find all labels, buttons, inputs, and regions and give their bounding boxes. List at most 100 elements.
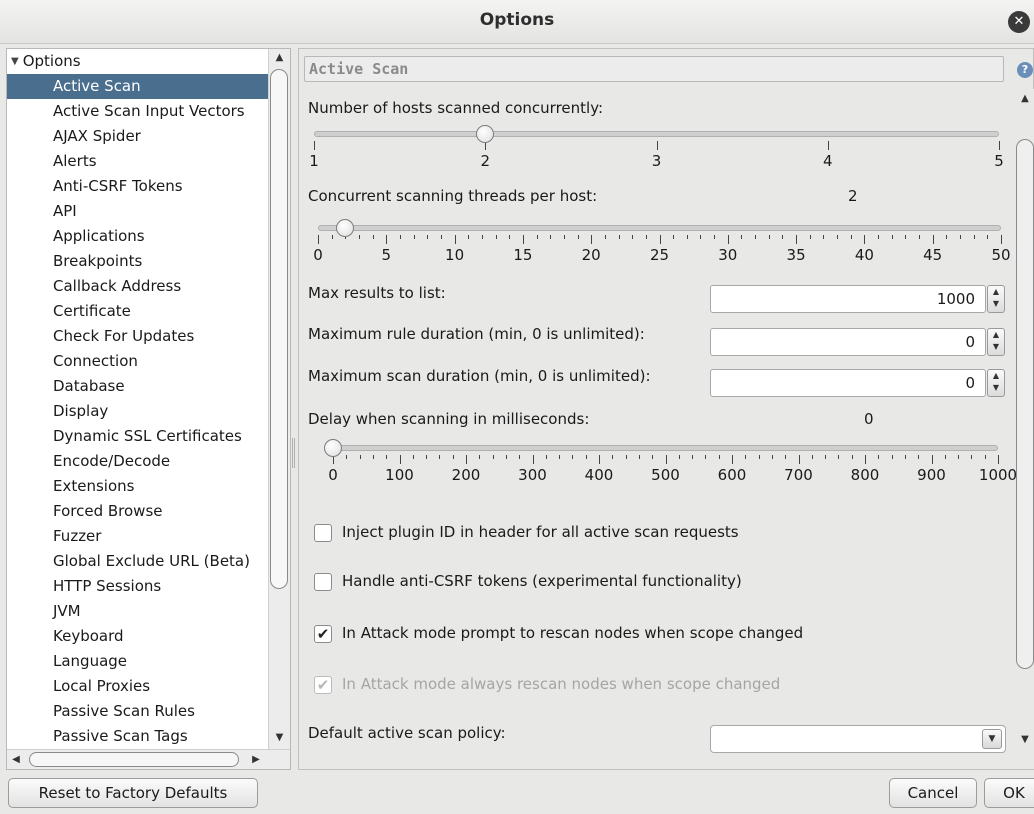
tree-item[interactable]: Forced Browse [7, 499, 269, 524]
minor-tick [944, 455, 946, 459]
inject-plugin-id-label[interactable]: Inject plugin ID in header for all activ… [342, 523, 739, 541]
slider-thumb[interactable] [336, 219, 355, 237]
window-title: Options [479, 10, 555, 30]
tree-item[interactable]: Passive Scan Rules [7, 699, 269, 724]
max-scan-duration-stepper[interactable]: ▲ ▼ [987, 369, 1005, 397]
minor-tick [718, 455, 720, 459]
minor-tick [492, 455, 494, 459]
divider-grip[interactable] [292, 438, 295, 468]
panel-vertical-scrollbar[interactable]: ▲ ▼ [1016, 89, 1034, 769]
max-rule-duration-input[interactable]: 0 [710, 328, 986, 356]
tree-item[interactable]: Breakpoints [7, 249, 269, 274]
slider-track[interactable] [314, 131, 999, 137]
tree-item[interactable]: Passive Scan Tags [7, 724, 269, 749]
tree-item[interactable]: Encode/Decode [7, 449, 269, 474]
scrollbar-thumb[interactable] [29, 752, 239, 767]
minor-tick [904, 455, 906, 459]
max-results-input[interactable]: 1000 [710, 285, 986, 313]
tree-item[interactable]: Global Exclude URL (Beta) [7, 549, 269, 574]
slider-thumb[interactable] [324, 439, 342, 457]
tree-item[interactable]: Active Scan Input Vectors [7, 99, 269, 124]
minor-tick [495, 235, 497, 239]
tree-item[interactable]: API [7, 199, 269, 224]
minor-tick [481, 235, 483, 239]
scrollbar-thumb[interactable] [270, 69, 288, 589]
tree-item[interactable]: Display [7, 399, 269, 424]
minor-tick [645, 235, 647, 239]
scrollbar-thumb[interactable] [1016, 139, 1034, 669]
reset-defaults-button[interactable]: Reset to Factory Defaults [8, 778, 258, 808]
tick-label: 500 [651, 466, 680, 484]
tree-item[interactable]: Keyboard [7, 624, 269, 649]
max-results-stepper[interactable]: ▲ ▼ [987, 285, 1005, 313]
minor-tick [386, 455, 388, 459]
max-rule-duration-stepper[interactable]: ▲ ▼ [987, 328, 1005, 356]
tree-item[interactable]: Applications [7, 224, 269, 249]
inject-plugin-id-checkbox[interactable] [314, 524, 332, 542]
tree-item[interactable]: Check For Updates [7, 324, 269, 349]
tree-item[interactable]: Alerts [7, 149, 269, 174]
major-tick [932, 235, 934, 244]
slider-track[interactable] [333, 445, 998, 451]
prompt-rescan-label[interactable]: In Attack mode prompt to rescan nodes wh… [342, 624, 803, 642]
minor-tick [439, 455, 441, 459]
major-tick [931, 455, 933, 464]
tree-item[interactable]: Certificate [7, 299, 269, 324]
scroll-up-icon[interactable]: ▲ [269, 49, 290, 67]
tree-item[interactable]: Anti-CSRF Tokens [7, 174, 269, 199]
minor-tick [479, 455, 481, 459]
help-icon[interactable]: ? [1017, 62, 1033, 78]
max-results-label: Max results to list: [308, 284, 446, 302]
minor-tick [673, 235, 675, 239]
tick-label: 45 [923, 246, 943, 264]
policy-select[interactable]: ▼ [710, 725, 1006, 753]
tree-item[interactable]: Callback Address [7, 274, 269, 299]
cancel-button[interactable]: Cancel [889, 778, 977, 808]
minor-tick [468, 235, 470, 239]
minor-tick [563, 235, 565, 239]
tree-item[interactable]: Active Scan [7, 74, 269, 99]
tree-root[interactable]: ▼ Options [11, 52, 81, 70]
tree-item[interactable]: JVM [7, 599, 269, 624]
major-tick [466, 455, 467, 464]
minor-tick [427, 235, 429, 239]
split-pane-divider[interactable] [291, 48, 296, 770]
tree-item[interactable]: Database [7, 374, 269, 399]
minor-tick [837, 235, 839, 239]
slider-track[interactable] [318, 225, 1001, 231]
scroll-down-icon[interactable]: ▼ [269, 729, 290, 747]
minor-tick [755, 235, 757, 239]
panel-title: Active Scan [304, 56, 1004, 82]
chevron-down-icon[interactable]: ▼ [982, 729, 1002, 749]
minor-tick [946, 235, 948, 239]
tree-item[interactable]: Connection [7, 349, 269, 374]
tree-item[interactable]: AJAX Spider [7, 124, 269, 149]
scroll-up-icon[interactable]: ▲ [1016, 93, 1034, 104]
minor-tick [545, 455, 547, 459]
major-tick [454, 235, 456, 244]
tick-label: 400 [584, 466, 614, 484]
minor-tick [652, 455, 654, 459]
tree-vertical-scrollbar[interactable]: ▲ ▼ [268, 49, 290, 749]
prompt-rescan-checkbox[interactable]: ✔ [314, 625, 332, 643]
scroll-right-icon[interactable]: ▶ [247, 750, 265, 770]
close-icon[interactable]: ✕ [1008, 11, 1030, 33]
tree-horizontal-scrollbar[interactable]: ◀ ▶ [7, 749, 290, 769]
tick-label: 800 [850, 466, 880, 484]
scroll-left-icon[interactable]: ◀ [7, 750, 25, 770]
expanded-triangle-icon[interactable]: ▼ [11, 56, 19, 67]
tree-item[interactable]: Language [7, 649, 269, 674]
tick-label: 40 [854, 246, 874, 264]
tree-item[interactable]: Fuzzer [7, 524, 269, 549]
tree-item[interactable]: Local Proxies [7, 674, 269, 699]
tree-item[interactable]: HTTP Sessions [7, 574, 269, 599]
handle-anti-csrf-checkbox[interactable] [314, 573, 332, 591]
tree-item[interactable]: Extensions [7, 474, 269, 499]
ok-button[interactable]: OK [984, 778, 1034, 808]
minor-tick [878, 455, 880, 459]
slider-thumb[interactable] [476, 125, 495, 143]
scroll-down-icon[interactable]: ▼ [1016, 734, 1034, 745]
max-scan-duration-input[interactable]: 0 [710, 369, 986, 397]
tree-item[interactable]: Dynamic SSL Certificates [7, 424, 269, 449]
handle-anti-csrf-label[interactable]: Handle anti-CSRF tokens (experimental fu… [342, 572, 742, 590]
